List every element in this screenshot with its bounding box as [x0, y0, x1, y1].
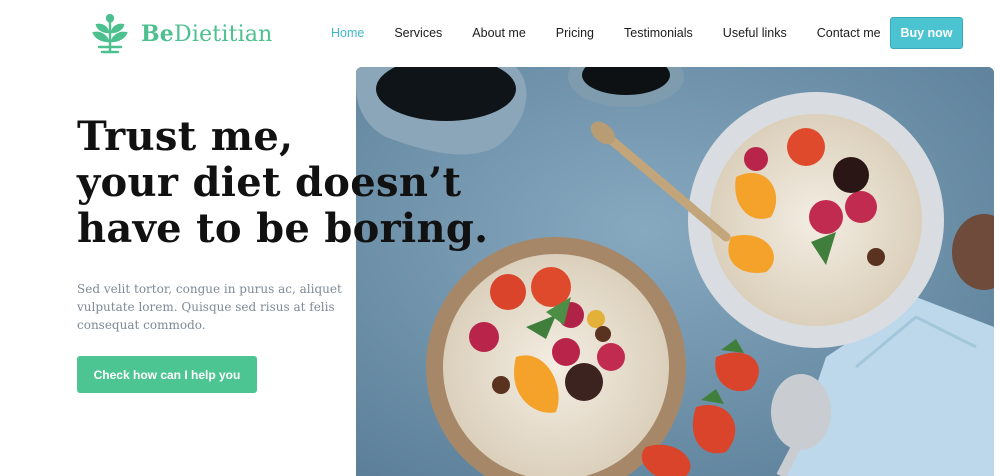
nav-pricing[interactable]: Pricing: [556, 26, 594, 40]
nav-home[interactable]: Home: [331, 26, 364, 40]
nav-useful-links[interactable]: Useful links: [723, 26, 787, 40]
nav-services[interactable]: Services: [394, 26, 442, 40]
help-cta-button[interactable]: Check how can I help you: [77, 356, 257, 393]
hero-headline-line: have to be boring.: [77, 205, 489, 252]
brand-logo[interactable]: BeDietitian: [91, 14, 273, 54]
hero-headline: Trust me, your diet doesn’t have to be b…: [77, 114, 488, 252]
main-navigation: Home Services About me Pricing Testimoni…: [331, 26, 911, 40]
hero-subtext: Sed velit tortor, congue in purus ac, al…: [77, 282, 342, 332]
hero-headline-line: your diet doesn’t: [77, 159, 462, 206]
nav-about-me[interactable]: About me: [472, 26, 526, 40]
nav-testimonials[interactable]: Testimonials: [624, 26, 693, 40]
leaf-plant-icon: [92, 14, 128, 54]
nav-contact-me[interactable]: Contact me: [817, 26, 881, 40]
brand-name: BeDietitian: [141, 21, 273, 47]
hero-headline-line: Trust me,: [77, 113, 294, 160]
buy-now-button[interactable]: Buy now: [890, 17, 963, 49]
